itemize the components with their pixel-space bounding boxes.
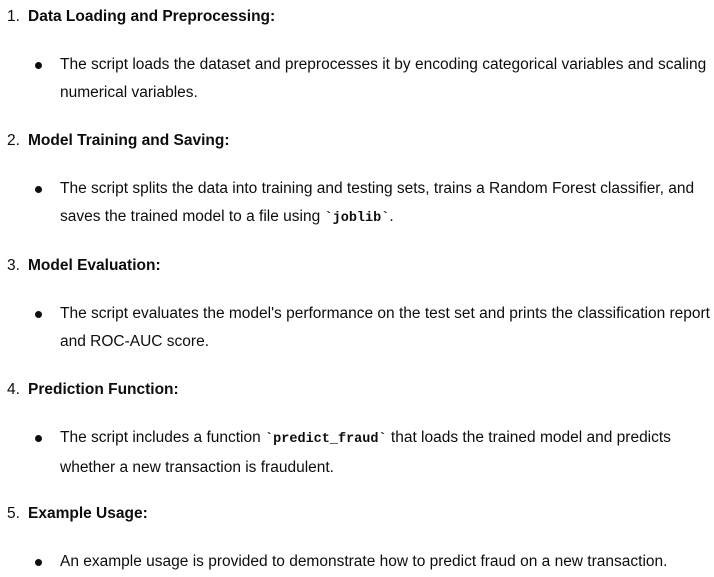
list-paragraph: The script evaluates the model's perform… [60,305,710,350]
bullet-icon [35,559,42,566]
bullet-icon [35,62,42,69]
list-paragraph: The script loads the dataset and preproc… [60,56,707,101]
bullet-icon [35,311,42,318]
list-heading: Prediction Function: [28,381,179,398]
list-heading: Model Evaluation: [28,257,161,274]
list-number: 1. [7,8,20,25]
bullet-icon [35,186,42,193]
list-paragraph: The script includes a function `predict_… [60,424,710,482]
paragraph-text: The script includes a function [60,429,266,446]
list-number: 5. [7,505,20,522]
list-paragraph: An example usage is provided to demonstr… [60,553,668,570]
inline-code: `predict_fraud` [265,432,387,447]
list-number: 3. [7,257,20,274]
list-heading: Example Usage: [28,505,148,522]
list-paragraph: The script splits the data into training… [60,175,710,233]
list-heading: Model Training and Saving: [28,132,230,149]
bullet-icon [35,435,42,442]
list-number: 4. [7,381,20,398]
document: 1. Data Loading and Preprocessing: The s… [0,0,714,577]
paragraph-text: . [389,208,394,225]
inline-code: `joblib` [324,211,390,226]
list-heading: Data Loading and Preprocessing: [28,8,276,25]
list-number: 2. [7,132,20,149]
